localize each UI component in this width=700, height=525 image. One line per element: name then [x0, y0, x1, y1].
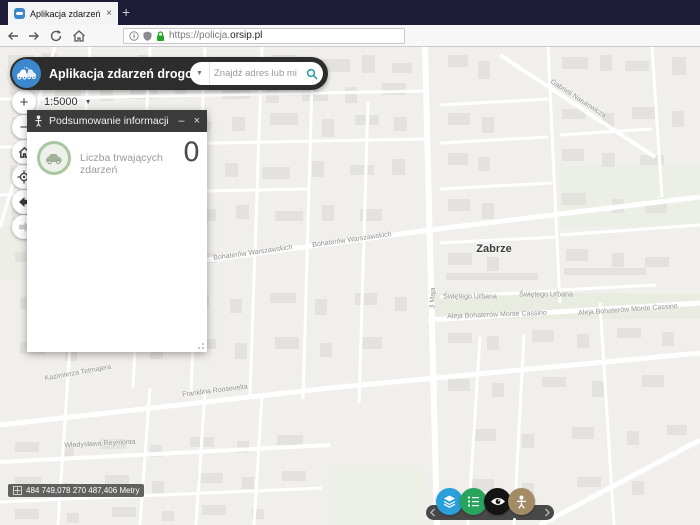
street-label: Świętego Urbana — [443, 294, 497, 301]
eye-icon — [490, 496, 506, 507]
minimize-icon[interactable]: – — [178, 110, 184, 132]
scale-value: 1:5000 — [44, 96, 78, 108]
people-button[interactable] — [508, 488, 535, 515]
coordinates-value: 484 749,078 270 487,406 Metry — [26, 486, 139, 495]
city-label: Zabrze — [476, 243, 511, 255]
tab-close-icon[interactable]: × — [106, 8, 112, 19]
legend-button[interactable] — [460, 488, 487, 515]
close-icon[interactable]: × — [194, 110, 200, 132]
app-header: Aplikacja zdarzeń drogowych ▼ — [10, 57, 328, 90]
summary-panel: Podsumowanie informacji – × Liczba trwaj… — [27, 110, 207, 352]
search-input[interactable] — [210, 68, 301, 79]
summary-panel-header[interactable]: Podsumowanie informacji – × — [27, 110, 207, 132]
layers-icon — [442, 494, 457, 509]
browser-tab-bar: Aplikacja zdarzeń drogowych × + — [0, 0, 700, 25]
street-label: Świętego Urbana — [519, 292, 573, 299]
url-bar[interactable]: https://policja.orsip.pl — [123, 28, 405, 44]
chevron-down-icon: ▼ — [85, 99, 92, 106]
home-icon[interactable] — [72, 29, 86, 43]
page-info-icon[interactable] — [129, 31, 139, 41]
browser-tab[interactable]: Aplikacja zdarzeń drogowych × — [8, 2, 118, 25]
carousel-prev-icon[interactable] — [429, 508, 437, 517]
app-logo-cars-icon — [12, 59, 41, 88]
crosshair-icon[interactable] — [13, 486, 22, 495]
url-text: https://policja.orsip.pl — [169, 29, 262, 43]
search-button[interactable] — [301, 62, 323, 85]
back-icon[interactable] — [6, 29, 20, 43]
panel-resize-handle[interactable] — [198, 343, 204, 349]
carousel-indicator-dot — [513, 518, 516, 521]
panel-pin-person-icon — [34, 115, 43, 127]
secure-lock-icon[interactable] — [156, 31, 165, 42]
browser-toolbar: https://policja.orsip.pl — [0, 25, 700, 47]
search-source-dropdown[interactable]: ▼ — [190, 62, 210, 85]
stat-value: 0 — [183, 137, 200, 168]
legend-list-icon — [467, 495, 480, 508]
tracking-shield-icon[interactable] — [143, 31, 152, 41]
layers-button[interactable] — [436, 488, 463, 515]
plus-icon: + — [20, 94, 29, 111]
forward-icon[interactable] — [27, 29, 41, 43]
new-tab-button[interactable]: + — [122, 4, 130, 21]
visibility-button[interactable] — [484, 488, 511, 515]
tab-title: Aplikacja zdarzeń drogowych — [30, 9, 102, 19]
search-icon — [306, 68, 318, 80]
summary-panel-body: Liczba trwających zdarzeń 0 — [27, 132, 207, 352]
street-label: 3 Maja — [429, 287, 437, 308]
person-icon — [516, 495, 527, 509]
panel-title: Podsumowanie informacji — [49, 115, 169, 127]
search-box: ▼ — [190, 62, 323, 85]
reload-icon[interactable] — [49, 29, 63, 43]
scale-control[interactable]: 1:5000 ▼ — [44, 96, 92, 108]
browser-window: Aplikacja zdarzeń drogowych × + — [0, 0, 700, 525]
stat-label: Liczba trwających zdarzeń — [80, 152, 192, 176]
coordinates-bar: 484 749,078 270 487,406 Metry — [8, 484, 144, 497]
tab-favicon-icon — [14, 8, 25, 19]
carousel-next-icon[interactable] — [543, 508, 551, 517]
incident-stat-icon — [37, 141, 71, 175]
